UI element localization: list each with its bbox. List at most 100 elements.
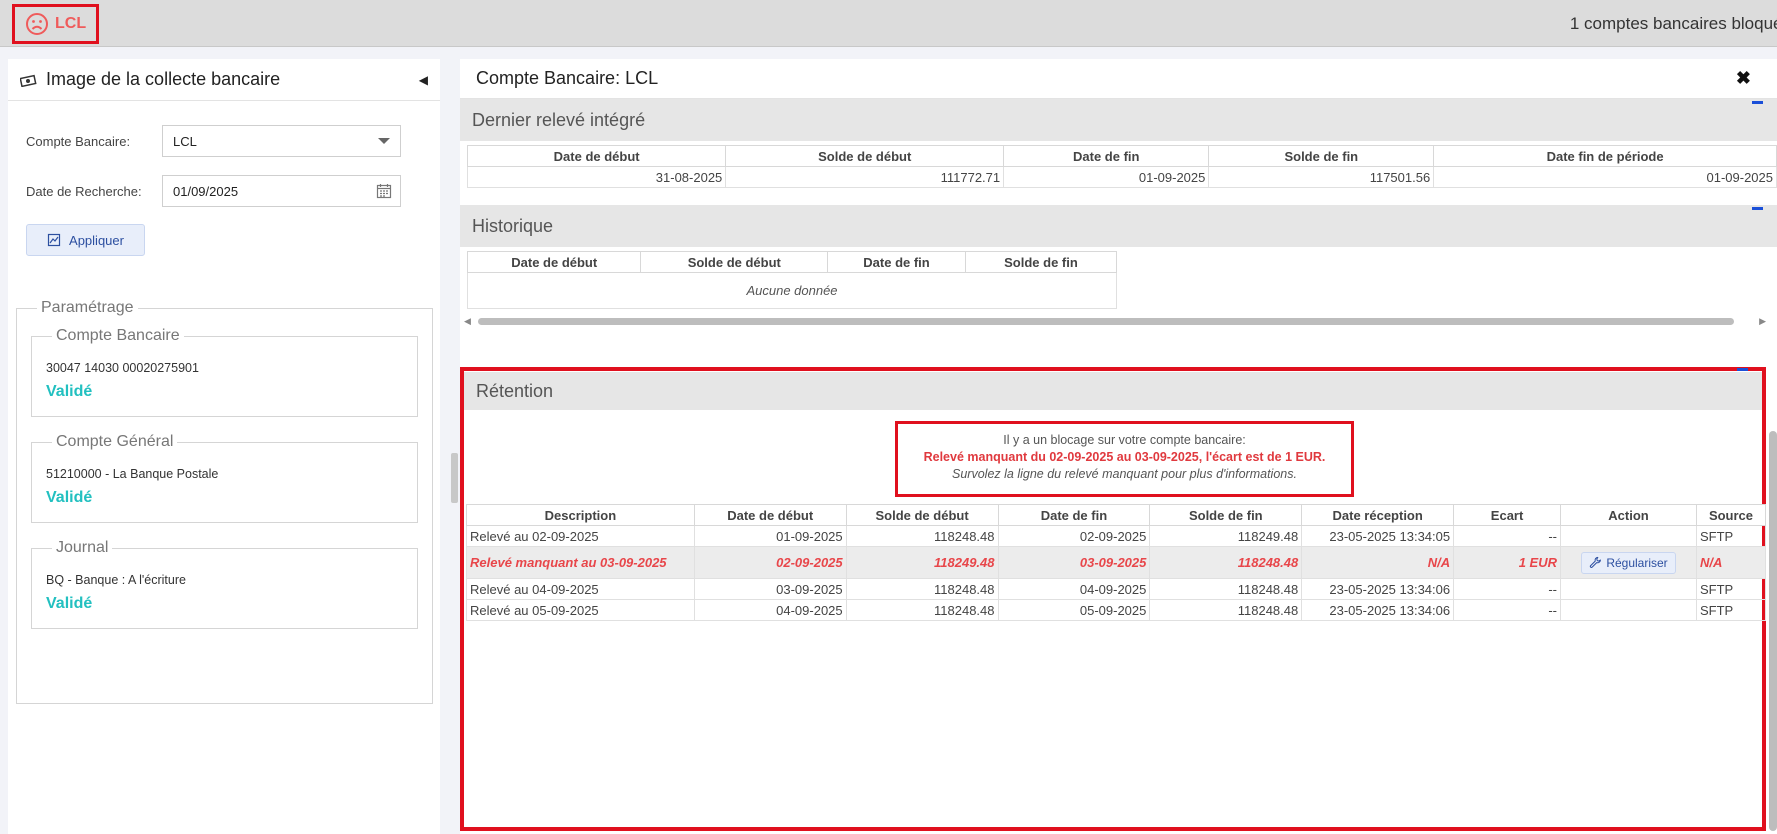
calendar-icon[interactable] xyxy=(376,183,392,199)
compte-general-value: 51210000 - La Banque Postale xyxy=(46,467,219,481)
right-panel-title: Compte Bancaire: LCL xyxy=(476,68,659,88)
table-cell: -- xyxy=(1453,578,1562,600)
column-header[interactable]: Source xyxy=(1695,504,1767,526)
dernier-releve-header[interactable]: Dernier relevé intégré xyxy=(460,99,1777,141)
table-row[interactable]: Relevé au 05-09-2025 04-09-2025 118248.4… xyxy=(466,599,1767,621)
date-label: Date de Recherche: xyxy=(26,183,142,199)
column-header[interactable]: Date réception xyxy=(1301,504,1455,526)
action-cell: Régulariser xyxy=(1560,546,1697,579)
parametrage-group: Paramétrage Compte Bancaire 30047 14030 … xyxy=(16,299,433,704)
table-cell: 04-09-2025 xyxy=(693,599,847,621)
column-header[interactable]: Ecart xyxy=(1453,504,1562,526)
right-panel-header: Compte Bancaire: LCL ✖ xyxy=(460,59,1777,99)
table-cell: SFTP xyxy=(1695,578,1767,600)
table-cell: 23-05-2025 13:34:05 xyxy=(1301,525,1455,547)
column-header[interactable]: Solde de début xyxy=(725,145,1005,167)
alert-line-2: Relevé manquant du 02-09-2025 au 03-09-2… xyxy=(923,450,1326,464)
chevron-down-icon xyxy=(378,138,390,144)
table-cell: 1 EUR xyxy=(1453,546,1562,579)
close-icon[interactable]: ✖ xyxy=(1736,68,1751,89)
table-cell: -- xyxy=(1453,525,1562,547)
alert-line-3: Survolez la ligne du relevé manquant pou… xyxy=(952,467,1297,481)
table-cell: Relevé manquant au 03-09-2025 xyxy=(466,546,695,579)
panel-splitter[interactable] xyxy=(451,453,458,503)
column-header[interactable]: Description xyxy=(466,504,695,526)
collapse-dernier-icon[interactable] xyxy=(1752,101,1763,104)
table-cell: 118248.48 xyxy=(845,599,999,621)
bank-status-badge[interactable]: LCL xyxy=(12,4,100,44)
historique-header[interactable]: Historique xyxy=(460,205,1777,247)
retention-header[interactable]: Rétention xyxy=(464,368,1762,410)
column-header[interactable]: Solde de fin xyxy=(1149,504,1303,526)
table-cell: 01-09-2025 xyxy=(693,525,847,547)
column-header[interactable]: Date de fin xyxy=(827,251,966,273)
compte-bancaire-value: 30047 14030 00020275901 xyxy=(46,361,199,375)
scroll-left-icon[interactable]: ◀ xyxy=(464,316,471,327)
compte-general-group: Compte Général 51210000 - La Banque Post… xyxy=(31,433,418,523)
collapse-historique-icon[interactable] xyxy=(1752,207,1763,210)
column-header[interactable]: Date de début xyxy=(466,145,727,167)
table-row[interactable]: Relevé au 02-09-2025 01-09-2025 118248.4… xyxy=(466,525,1767,547)
table-cell: N/A xyxy=(1695,546,1767,579)
column-header[interactable]: Solde de fin xyxy=(964,251,1118,273)
column-header[interactable]: Date de début xyxy=(466,251,642,273)
table-cell: SFTP xyxy=(1695,525,1767,547)
dernier-releve-table: Date de début Solde de début Date de fin… xyxy=(466,145,1777,188)
compte-select[interactable]: LCL xyxy=(162,125,401,157)
table-cell: 01-09-2025 xyxy=(1003,166,1210,188)
apply-button[interactable]: Appliquer xyxy=(26,224,145,256)
table-cell: 05-09-2025 xyxy=(997,599,1151,621)
apply-label: Appliquer xyxy=(69,232,124,248)
table-cell: N/A xyxy=(1301,546,1455,579)
historique-hscrollbar[interactable]: ◀ ▶ xyxy=(464,316,1770,326)
blocked-accounts-message: 1 comptes bancaires bloqués xyxy=(1569,14,1777,33)
column-header[interactable]: Action xyxy=(1560,504,1697,526)
top-bar: LCL 1 comptes bancaires bloqués xyxy=(0,0,1777,47)
compte-row: Compte Bancaire: LCL xyxy=(8,124,440,158)
table-cell: 02-09-2025 xyxy=(997,525,1151,547)
date-input-value: 01/09/2025 xyxy=(173,183,239,199)
compte-label: Compte Bancaire: xyxy=(26,133,131,149)
column-header[interactable]: Date fin de période xyxy=(1433,145,1777,167)
date-input[interactable]: 01/09/2025 xyxy=(162,175,401,207)
right-vscrollbar[interactable] xyxy=(1768,59,1777,834)
table-cell: 118248.48 xyxy=(1149,578,1303,600)
historique-table: Date de début Solde de début Date de fin… xyxy=(466,251,1118,309)
collapse-left-icon[interactable]: ◀ xyxy=(419,73,428,87)
column-header[interactable]: Solde de fin xyxy=(1208,145,1435,167)
regulariser-button[interactable]: Régulariser xyxy=(1581,551,1676,574)
column-header[interactable]: Solde de début xyxy=(845,504,999,526)
scrollbar-thumb[interactable] xyxy=(478,318,1734,325)
table-cell: Relevé au 04-09-2025 xyxy=(466,578,695,600)
table-cell: Relevé au 05-09-2025 xyxy=(466,599,695,621)
table-cell: 02-09-2025 xyxy=(693,546,847,579)
journal-group: Journal BQ - Banque : A l'écriture Valid… xyxy=(31,539,418,629)
collapse-retention-icon[interactable] xyxy=(1737,368,1748,371)
missing-statement-row[interactable]: Relevé manquant au 03-09-2025 02-09-2025… xyxy=(466,546,1767,579)
table-cell: 117501.56 xyxy=(1208,166,1435,188)
table-cell: SFTP xyxy=(1695,599,1767,621)
table-cell xyxy=(1560,525,1697,547)
table-cell: 23-05-2025 13:34:06 xyxy=(1301,578,1455,600)
retention-table: Description Date de début Solde de début… xyxy=(466,504,1767,621)
column-header[interactable]: Date de fin xyxy=(1003,145,1210,167)
retention-title: Rétention xyxy=(476,380,554,401)
scroll-right-icon[interactable]: ▶ xyxy=(1759,316,1766,327)
scrollbar-thumb[interactable] xyxy=(1769,431,1777,831)
column-header[interactable]: Date de début xyxy=(693,504,847,526)
table-row[interactable]: 31-08-2025 111772.71 01-09-2025 117501.5… xyxy=(466,166,1777,188)
table-cell: 31-08-2025 xyxy=(466,166,727,188)
table-cell: 03-09-2025 xyxy=(693,578,847,600)
parametrage-legend: Paramétrage xyxy=(41,299,134,316)
right-panel: Compte Bancaire: LCL ✖ Dernier relevé in… xyxy=(460,59,1777,834)
table-row[interactable]: Relevé au 04-09-2025 03-09-2025 118248.4… xyxy=(466,578,1767,600)
historique-title: Historique xyxy=(472,215,554,236)
journal-status: Validé xyxy=(46,595,93,612)
compte-bancaire-legend: Compte Bancaire xyxy=(56,327,180,344)
blocking-alert: Il y a un blocage sur votre compte banca… xyxy=(895,421,1354,497)
column-header[interactable]: Date de fin xyxy=(997,504,1151,526)
journal-legend: Journal xyxy=(56,539,109,556)
column-header[interactable]: Solde de début xyxy=(640,251,829,273)
left-panel: Image de la collecte bancaire ◀ Compte B… xyxy=(8,59,440,834)
table-cell: 111772.71 xyxy=(725,166,1005,188)
